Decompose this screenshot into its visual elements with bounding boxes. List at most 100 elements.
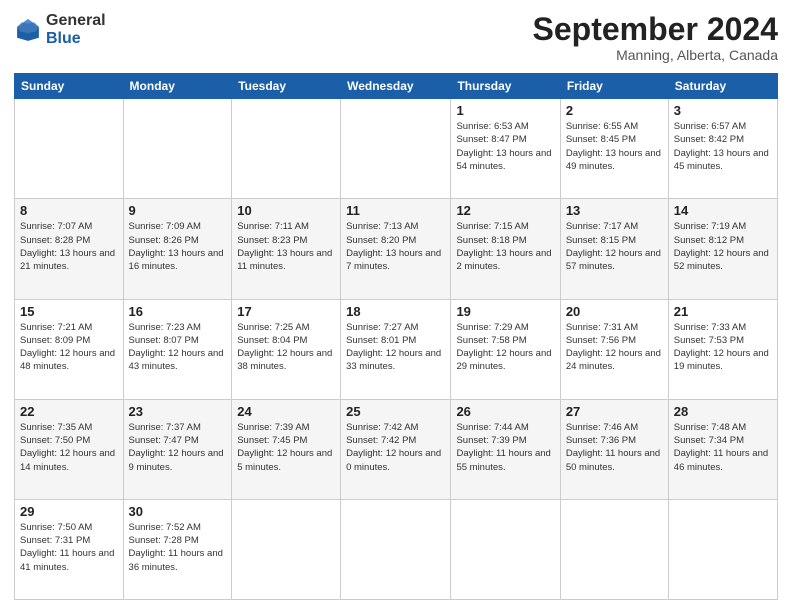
day-info: Sunrise: 7:25 AMSunset: 8:04 PMDaylight:… — [237, 321, 335, 374]
day-number: 23 — [129, 404, 227, 419]
day-number: 13 — [566, 203, 663, 218]
table-row: 1 Sunrise: 6:53 AMSunset: 8:47 PMDaylight… — [451, 99, 560, 199]
logo: General Blue — [14, 12, 106, 47]
day-number: 12 — [456, 203, 554, 218]
calendar-week-row: 29 Sunrise: 7:50 AMSunset: 7:31 PMDayligh… — [15, 499, 778, 599]
day-info: Sunrise: 7:39 AMSunset: 7:45 PMDaylight:… — [237, 421, 335, 474]
day-number: 29 — [20, 504, 118, 519]
page: General Blue September 2024 Manning, Alb… — [0, 0, 792, 612]
day-number: 15 — [20, 304, 118, 319]
day-info: Sunrise: 7:09 AMSunset: 8:26 PMDaylight:… — [129, 220, 227, 273]
day-number: 2 — [566, 103, 663, 118]
day-info: Sunrise: 7:44 AMSunset: 7:39 PMDaylight:… — [456, 421, 554, 474]
day-number: 19 — [456, 304, 554, 319]
day-number: 1 — [456, 103, 554, 118]
day-info: Sunrise: 7:21 AMSunset: 8:09 PMDaylight:… — [20, 321, 118, 374]
table-row — [341, 99, 451, 199]
table-row — [668, 499, 777, 599]
table-row: 29 Sunrise: 7:50 AMSunset: 7:31 PMDayligh… — [15, 499, 124, 599]
table-row: 9 Sunrise: 7:09 AMSunset: 8:26 PMDaylight… — [123, 199, 232, 299]
day-info: Sunrise: 6:55 AMSunset: 8:45 PMDaylight:… — [566, 120, 663, 173]
calendar-week-row: 22 Sunrise: 7:35 AMSunset: 7:50 PMDayligh… — [15, 399, 778, 499]
day-info: Sunrise: 7:07 AMSunset: 8:28 PMDaylight:… — [20, 220, 118, 273]
table-row: 2 Sunrise: 6:55 AMSunset: 8:45 PMDaylight… — [560, 99, 668, 199]
day-info: Sunrise: 7:15 AMSunset: 8:18 PMDaylight:… — [456, 220, 554, 273]
day-info: Sunrise: 7:27 AMSunset: 8:01 PMDaylight:… — [346, 321, 445, 374]
logo-text: General Blue — [46, 12, 106, 47]
table-row: 14 Sunrise: 7:19 AMSunset: 8:12 PMDayligh… — [668, 199, 777, 299]
day-info: Sunrise: 6:53 AMSunset: 8:47 PMDaylight:… — [456, 120, 554, 173]
table-row: 20 Sunrise: 7:31 AMSunset: 7:56 PMDayligh… — [560, 299, 668, 399]
table-row: 3 Sunrise: 6:57 AMSunset: 8:42 PMDaylight… — [668, 99, 777, 199]
header: General Blue September 2024 Manning, Alb… — [14, 12, 778, 63]
table-row — [15, 99, 124, 199]
table-row: 19 Sunrise: 7:29 AMSunset: 7:58 PMDayligh… — [451, 299, 560, 399]
day-info: Sunrise: 7:46 AMSunset: 7:36 PMDaylight:… — [566, 421, 663, 474]
day-number: 27 — [566, 404, 663, 419]
header-saturday: Saturday — [668, 74, 777, 99]
table-row: 23 Sunrise: 7:37 AMSunset: 7:47 PMDayligh… — [123, 399, 232, 499]
table-row: 15 Sunrise: 7:21 AMSunset: 8:09 PMDayligh… — [15, 299, 124, 399]
day-number: 16 — [129, 304, 227, 319]
header-thursday: Thursday — [451, 74, 560, 99]
table-row: 28 Sunrise: 7:48 AMSunset: 7:34 PMDayligh… — [668, 399, 777, 499]
logo-icon — [14, 16, 42, 44]
day-number: 9 — [129, 203, 227, 218]
table-row: 21 Sunrise: 7:33 AMSunset: 7:53 PMDayligh… — [668, 299, 777, 399]
day-info: Sunrise: 7:48 AMSunset: 7:34 PMDaylight:… — [674, 421, 772, 474]
table-row — [232, 499, 341, 599]
table-row: 26 Sunrise: 7:44 AMSunset: 7:39 PMDayligh… — [451, 399, 560, 499]
day-info: Sunrise: 7:50 AMSunset: 7:31 PMDaylight:… — [20, 521, 118, 574]
calendar-table: Sunday Monday Tuesday Wednesday Thursday… — [14, 73, 778, 600]
calendar-week-row: 8 Sunrise: 7:07 AMSunset: 8:28 PMDaylight… — [15, 199, 778, 299]
table-row: 16 Sunrise: 7:23 AMSunset: 8:07 PMDayligh… — [123, 299, 232, 399]
table-row — [341, 499, 451, 599]
day-info: Sunrise: 7:52 AMSunset: 7:28 PMDaylight:… — [129, 521, 227, 574]
table-row: 13 Sunrise: 7:17 AMSunset: 8:15 PMDayligh… — [560, 199, 668, 299]
table-row — [232, 99, 341, 199]
day-number: 17 — [237, 304, 335, 319]
day-number: 3 — [674, 103, 772, 118]
day-number: 25 — [346, 404, 445, 419]
day-number: 8 — [20, 203, 118, 218]
table-row: 27 Sunrise: 7:46 AMSunset: 7:36 PMDayligh… — [560, 399, 668, 499]
day-info: Sunrise: 7:11 AMSunset: 8:23 PMDaylight:… — [237, 220, 335, 273]
day-number: 26 — [456, 404, 554, 419]
table-row: 18 Sunrise: 7:27 AMSunset: 8:01 PMDayligh… — [341, 299, 451, 399]
day-number: 30 — [129, 504, 227, 519]
table-row: 10Sunrise: 7:11 AMSunset: 8:23 PMDayligh… — [232, 199, 341, 299]
day-info: Sunrise: 7:37 AMSunset: 7:47 PMDaylight:… — [129, 421, 227, 474]
day-info: Sunrise: 7:31 AMSunset: 7:56 PMDaylight:… — [566, 321, 663, 374]
day-number: 28 — [674, 404, 772, 419]
header-monday: Monday — [123, 74, 232, 99]
table-row — [451, 499, 560, 599]
day-number: 21 — [674, 304, 772, 319]
day-info: Sunrise: 7:23 AMSunset: 8:07 PMDaylight:… — [129, 321, 227, 374]
day-info: Sunrise: 7:19 AMSunset: 8:12 PMDaylight:… — [674, 220, 772, 273]
day-number: 22 — [20, 404, 118, 419]
day-info: Sunrise: 7:33 AMSunset: 7:53 PMDaylight:… — [674, 321, 772, 374]
calendar-header-row: Sunday Monday Tuesday Wednesday Thursday… — [15, 74, 778, 99]
table-row: 24Sunrise: 7:39 AMSunset: 7:45 PMDayligh… — [232, 399, 341, 499]
title-block: September 2024 Manning, Alberta, Canada — [533, 12, 778, 63]
location: Manning, Alberta, Canada — [533, 47, 778, 63]
table-row: 12 Sunrise: 7:15 AMSunset: 8:18 PMDayligh… — [451, 199, 560, 299]
day-number: 20 — [566, 304, 663, 319]
calendar-week-row: 1 Sunrise: 6:53 AMSunset: 8:47 PMDaylight… — [15, 99, 778, 199]
table-row: 22 Sunrise: 7:35 AMSunset: 7:50 PMDayligh… — [15, 399, 124, 499]
month-title: September 2024 — [533, 12, 778, 47]
day-info: Sunrise: 7:35 AMSunset: 7:50 PMDaylight:… — [20, 421, 118, 474]
table-row: 11 Sunrise: 7:13 AMSunset: 8:20 PMDayligh… — [341, 199, 451, 299]
day-number: 14 — [674, 203, 772, 218]
day-info: Sunrise: 7:13 AMSunset: 8:20 PMDaylight:… — [346, 220, 445, 273]
day-number: 18 — [346, 304, 445, 319]
table-row: 25 Sunrise: 7:42 AMSunset: 7:42 PMDayligh… — [341, 399, 451, 499]
table-row: 17 Sunrise: 7:25 AMSunset: 8:04 PMDayligh… — [232, 299, 341, 399]
table-row — [123, 99, 232, 199]
day-info: Sunrise: 7:42 AMSunset: 7:42 PMDaylight:… — [346, 421, 445, 474]
day-info: Sunrise: 7:29 AMSunset: 7:58 PMDaylight:… — [456, 321, 554, 374]
table-row: 30 Sunrise: 7:52 AMSunset: 7:28 PMDayligh… — [123, 499, 232, 599]
day-info: Sunrise: 7:17 AMSunset: 8:15 PMDaylight:… — [566, 220, 663, 273]
day-info: Sunrise: 6:57 AMSunset: 8:42 PMDaylight:… — [674, 120, 772, 173]
day-number: 11 — [346, 203, 445, 218]
